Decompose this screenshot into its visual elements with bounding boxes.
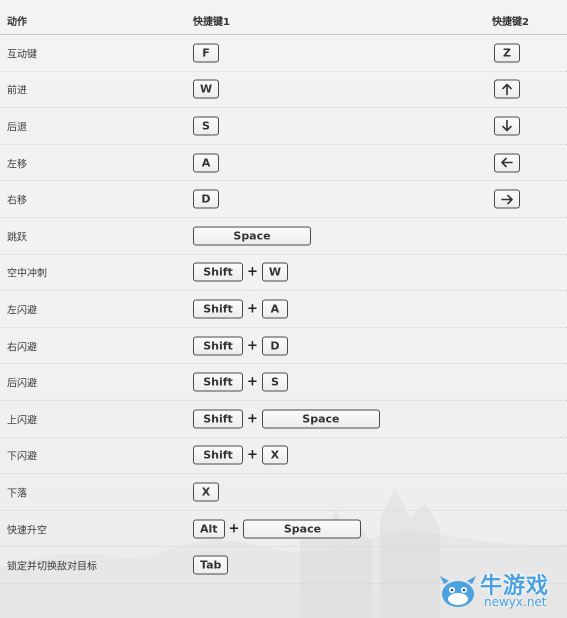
cow-mascot-icon (440, 576, 476, 607)
hotkey-1: Alt + Space (193, 519, 362, 539)
arrow-key-cap[interactable] (494, 189, 520, 209)
arrow-key-cap[interactable] (494, 116, 520, 136)
hotkey-1: F (193, 43, 219, 63)
plus-sign: + (247, 264, 258, 280)
hotkey-2 (494, 79, 520, 99)
action-label: 互动键 (7, 49, 37, 61)
hotkey-1: Shift + W (193, 262, 289, 282)
table-row: 上闪避 Shift + Space (0, 401, 567, 438)
hotkey-1: Shift + X (193, 445, 288, 465)
action-label: 锁定并切换敌对目标 (7, 561, 97, 573)
table-header: 动作 快捷键1 快捷键2 (0, 0, 567, 35)
hotkey-1: S (193, 116, 219, 136)
plus-sign: + (247, 411, 258, 427)
key-cap[interactable]: A (193, 153, 219, 173)
key-cap[interactable]: X (261, 445, 288, 465)
hotkey-1: Shift + A (193, 299, 288, 319)
action-label: 后退 (7, 122, 27, 134)
key-cap[interactable]: A (261, 299, 288, 319)
key-cap[interactable]: Z (494, 43, 520, 63)
hotkey-1: X (193, 482, 219, 502)
key-cap[interactable]: Space (261, 409, 380, 429)
table-row: 快速升空 Alt + Space (0, 511, 567, 548)
action-label: 右闪避 (7, 342, 37, 354)
hotkey-2 (494, 189, 520, 209)
hotkey-2 (494, 116, 520, 136)
action-label: 左闪避 (7, 305, 37, 317)
table-row: 互动键 F Z (0, 35, 567, 72)
table-row: 跳跃 Space (0, 218, 567, 255)
action-label: 快速升空 (7, 525, 47, 537)
plus-sign: + (247, 447, 258, 463)
key-cap[interactable]: Space (193, 226, 311, 246)
arrow-right-icon (501, 194, 513, 204)
table-row: 后闪避 Shift + S (0, 364, 567, 401)
watermark-logo: 牛游戏 newyx.net (436, 568, 561, 612)
key-cap[interactable]: W (193, 79, 220, 99)
table-row: 左移 A (0, 145, 567, 182)
plus-sign: + (228, 521, 240, 537)
action-label: 前进 (7, 85, 27, 97)
arrow-down-icon (502, 120, 512, 132)
key-cap[interactable]: Shift (193, 409, 243, 429)
key-cap[interactable]: Shift (193, 372, 243, 392)
key-cap[interactable]: Shift (193, 445, 243, 465)
action-label: 右移 (7, 195, 27, 207)
table-row: 下落 X (0, 474, 567, 511)
key-cap[interactable]: Tab (193, 555, 229, 575)
key-cap[interactable]: Shift (193, 299, 243, 319)
table-row: 右移 D (0, 181, 567, 218)
key-cap[interactable]: Space (243, 519, 362, 539)
key-cap[interactable]: S (193, 116, 219, 136)
arrow-key-cap[interactable] (494, 153, 520, 173)
plus-sign: + (247, 338, 258, 354)
keybinding-table: 互动键 F Z 前进 W 后退 S 左移 A 右移 D 跳跃 Space 空中冲刺 Shift + W 左闪避 Sh… (0, 35, 567, 584)
action-label: 跳跃 (7, 232, 27, 244)
action-label: 上闪避 (7, 415, 37, 427)
action-label: 左移 (7, 159, 27, 171)
key-cap[interactable]: X (193, 482, 219, 502)
table-row: 前进 W (0, 72, 567, 109)
plus-sign: + (247, 301, 258, 317)
plus-sign: + (247, 374, 258, 390)
hotkey-2 (494, 153, 520, 173)
arrow-up-icon (502, 83, 512, 96)
action-label: 下落 (7, 488, 27, 500)
hotkey-1: Shift + Space (193, 409, 380, 429)
hotkey-1: A (193, 153, 219, 173)
arrow-left-icon (501, 157, 513, 168)
key-cap[interactable]: F (193, 43, 219, 63)
table-row: 右闪避 Shift + D (0, 328, 567, 365)
key-cap[interactable]: S (261, 372, 288, 392)
action-label: 空中冲刺 (7, 268, 47, 280)
header-action: 动作 (7, 17, 27, 28)
watermark-url: newyx.net (484, 595, 547, 609)
key-cap[interactable]: Shift (193, 336, 243, 356)
key-cap[interactable]: W (261, 262, 289, 282)
key-cap[interactable]: D (193, 189, 219, 209)
action-label: 后闪避 (7, 378, 37, 390)
arrow-key-cap[interactable] (494, 79, 520, 99)
hotkey-1: W (193, 79, 220, 99)
key-cap[interactable]: Alt (193, 519, 225, 539)
table-row: 左闪避 Shift + A (0, 291, 567, 328)
key-cap[interactable]: Shift (193, 262, 243, 282)
hotkey-2: Z (494, 43, 520, 63)
action-label: 下闪避 (7, 451, 37, 463)
hotkey-1: Shift + S (193, 372, 288, 392)
header-hotkey-2: 快捷键2 (492, 17, 529, 28)
hotkey-1: D (193, 189, 219, 209)
header-hotkey-1: 快捷键1 (193, 17, 230, 28)
key-cap[interactable]: D (261, 336, 288, 356)
table-row: 下闪避 Shift + X (0, 438, 567, 475)
table-row: 空中冲刺 Shift + W (0, 255, 567, 292)
hotkey-1: Shift + D (193, 336, 288, 356)
hotkey-1: Tab (193, 555, 229, 575)
table-row: 后退 S (0, 108, 567, 145)
hotkey-1: Space (193, 226, 311, 246)
